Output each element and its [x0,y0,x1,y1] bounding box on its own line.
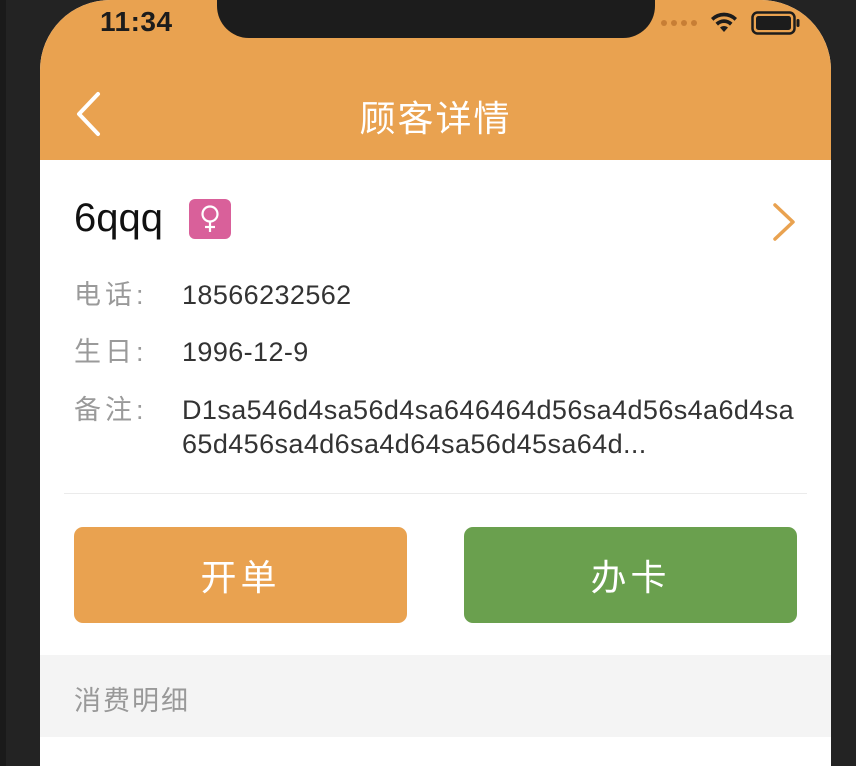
device-notch [217,0,655,38]
phone-label: 电话: [74,280,148,310]
device-edge [0,0,6,766]
divider [64,493,807,494]
navigation-bar: 顾客详情 [40,72,831,156]
status-time: 11:34 [100,6,173,37]
customer-info-card[interactable]: 6qqq 电话: 18566232562 生日: 1996-12-9 备注: D… [40,160,831,494]
issue-card-button[interactable]: 办卡 [464,527,797,623]
remark-label: 备注: [74,395,148,425]
cellular-signal-icon [661,20,697,26]
birthday-row: 生日: 1996-12-9 [74,335,806,369]
consumption-list [40,737,831,766]
birthday-value: 1996-12-9 [182,337,309,367]
status-indicators [661,11,801,35]
open-order-button[interactable]: 开单 [74,527,407,623]
app-screen: 11:34 顾客详情 6qqq 电话: 18566232562 生日: 1996… [40,0,831,766]
female-icon [188,198,231,239]
chevron-right-icon[interactable] [771,202,797,242]
wifi-icon [711,12,737,32]
battery-icon [751,11,800,35]
consumption-section-header: 消费明细 [40,655,831,737]
customer-name: 6qqq [74,196,163,240]
customer-name-row: 6qqq [74,196,231,241]
page-title: 顾客详情 [359,98,512,139]
device-frame: 11:34 顾客详情 6qqq 电话: 18566232562 生日: 1996… [0,0,856,766]
phone-value: 18566232562 [182,280,352,310]
remark-value: D1sa546d4sa56d4sa646464d56sa4d56s4a6d4sa… [182,395,795,459]
remark-row: 备注: D1sa546d4sa56d4sa646464d56sa4d56s4a6… [74,393,806,461]
birthday-label: 生日: [74,337,148,367]
phone-row: 电话: 18566232562 [74,278,806,312]
section-title: 消费明细 [74,686,190,716]
app-header: 11:34 顾客详情 [40,0,831,160]
